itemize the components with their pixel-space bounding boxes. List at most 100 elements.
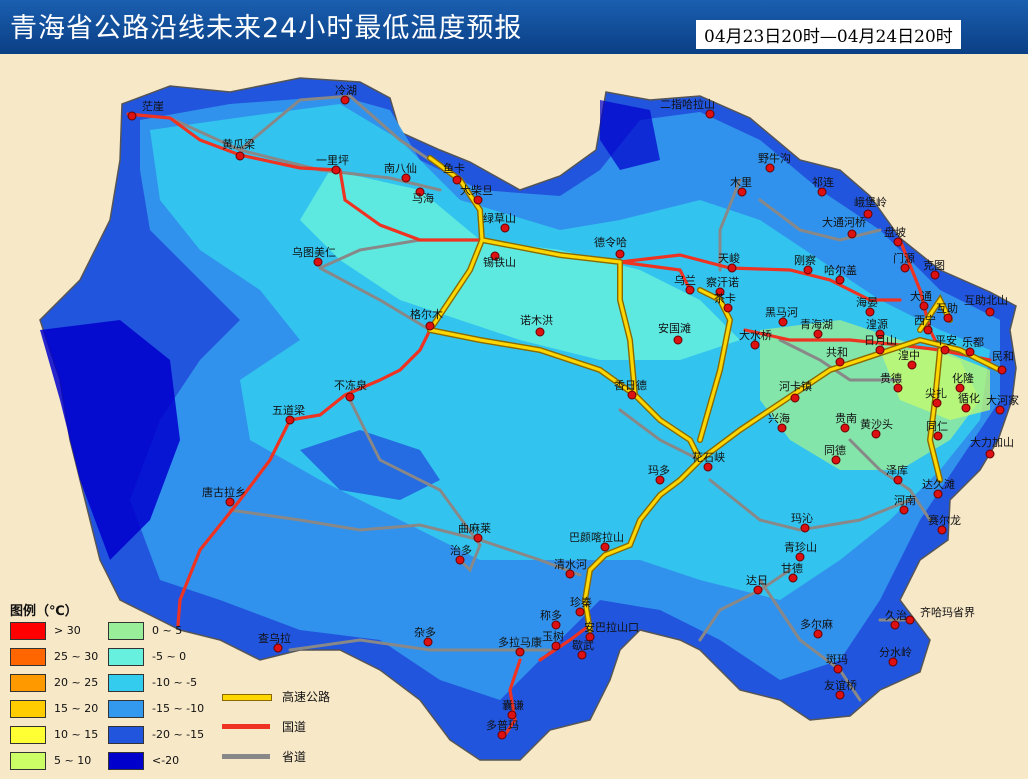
place-label: 多拉马康 [498, 635, 542, 649]
place-marker [727, 263, 737, 273]
place-label: 天峻 [718, 251, 740, 265]
place-label: 青珍山 [784, 541, 817, 554]
place-marker [930, 270, 940, 280]
place-label: 马海 [412, 191, 434, 205]
legend-label: -10 ~ -5 [152, 676, 198, 689]
place-label: 安国滩 [658, 321, 691, 335]
place-marker [500, 223, 510, 233]
place-marker [515, 647, 525, 657]
place-marker [627, 390, 637, 400]
place-label: 不冻泉 [334, 378, 367, 392]
legend-label: 10 ~ 15 [54, 728, 99, 741]
place-marker [507, 710, 517, 720]
place-label: 歇武 [572, 639, 594, 652]
place-label: 多普玛 [486, 718, 519, 732]
place-marker [803, 265, 813, 275]
place-label: 久治 [885, 608, 907, 622]
place-marker [919, 301, 929, 311]
place-label: 玛沁 [791, 512, 813, 525]
place-marker [673, 335, 683, 345]
place-marker [923, 325, 933, 335]
place-label: 青海湖 [800, 317, 833, 331]
place-marker [225, 497, 235, 507]
place-marker [865, 307, 875, 317]
place-marker [753, 585, 763, 595]
place-label: 西宁 [914, 313, 936, 327]
place-label: 互助 [936, 301, 958, 315]
place-marker [893, 383, 903, 393]
legend-label: -15 ~ -10 [152, 702, 205, 715]
place-label: 大河家 [986, 393, 1019, 407]
place-label: 斑玛 [826, 653, 848, 666]
place-label: 多尔麻 [800, 617, 833, 631]
place-marker [600, 542, 610, 552]
place-marker [875, 345, 885, 355]
place-label: 唐古拉乡 [202, 485, 246, 499]
place-marker [833, 664, 843, 674]
legend-title: 图例（℃） [10, 604, 78, 619]
place-label: 鱼卡 [443, 161, 465, 175]
place-label: 一里坪 [316, 154, 349, 167]
place-marker [995, 405, 1005, 415]
legend-label: > 30 [54, 624, 81, 637]
place-marker [235, 151, 245, 161]
place-marker [985, 307, 995, 317]
place-label: 化隆 [952, 371, 974, 385]
place-label: 克图 [923, 259, 945, 272]
place-label: 曲麻莱 [458, 521, 491, 535]
place-marker [551, 620, 561, 630]
legend-swatch [10, 726, 46, 744]
legend-label: <-20 [152, 754, 180, 767]
place-marker [840, 423, 850, 433]
place-label: 哈尔盖 [824, 263, 857, 277]
place-marker [777, 423, 787, 433]
place-marker [955, 383, 965, 393]
place-marker [933, 431, 943, 441]
place-label: 甘德 [781, 561, 803, 575]
place-marker [778, 317, 788, 327]
place-marker [313, 257, 323, 267]
place-marker [961, 403, 971, 413]
place-label: 黄瓜梁 [222, 137, 255, 151]
road-legend-line [222, 724, 270, 729]
place-marker [831, 455, 841, 465]
place-marker [535, 327, 545, 337]
place-marker [943, 313, 953, 323]
place-label: 锡铁山 [483, 255, 516, 269]
place-marker [285, 415, 295, 425]
place-marker [452, 175, 462, 185]
legend-swatch [108, 648, 144, 666]
legend-swatch [10, 674, 46, 692]
place-label: 大通河桥 [822, 215, 866, 229]
place-marker [723, 303, 733, 313]
legend-swatch [10, 648, 46, 666]
place-label: 平安 [935, 333, 957, 347]
place-label: 同仁 [926, 420, 948, 433]
place-marker [893, 237, 903, 247]
place-marker [847, 229, 857, 239]
place-label: 茫崖 [142, 99, 164, 113]
place-label: 冷湖 [335, 84, 357, 97]
place-marker [473, 533, 483, 543]
legend-swatch [10, 622, 46, 640]
place-marker [425, 321, 435, 331]
legend-swatch [108, 674, 144, 692]
place-label: 尖扎 [925, 386, 947, 400]
place-marker [940, 345, 950, 355]
place-label: 野牛沟 [758, 151, 791, 165]
place-marker [497, 730, 507, 740]
temperature-legend: 图例（℃） > 30 25 ~ 30 20 ~ 25 15 ~ 20 10 ~ 15 5 … [8, 598, 218, 778]
legend-label: 0 ~ 5 [152, 624, 183, 637]
legend-label: 5 ~ 10 [54, 754, 92, 767]
place-marker [705, 109, 715, 119]
place-label: 大水桥 [739, 328, 772, 342]
place-label: 泽库 [886, 464, 908, 477]
place-label: 赛尔龙 [928, 513, 961, 527]
place-marker [997, 365, 1007, 375]
place-marker [932, 398, 942, 408]
place-label: 大柴旦 [460, 183, 493, 197]
place-marker [737, 187, 747, 197]
place-label: 友谊桥 [824, 678, 857, 692]
place-label: 诺木洪 [520, 313, 553, 327]
place-marker [985, 449, 995, 459]
